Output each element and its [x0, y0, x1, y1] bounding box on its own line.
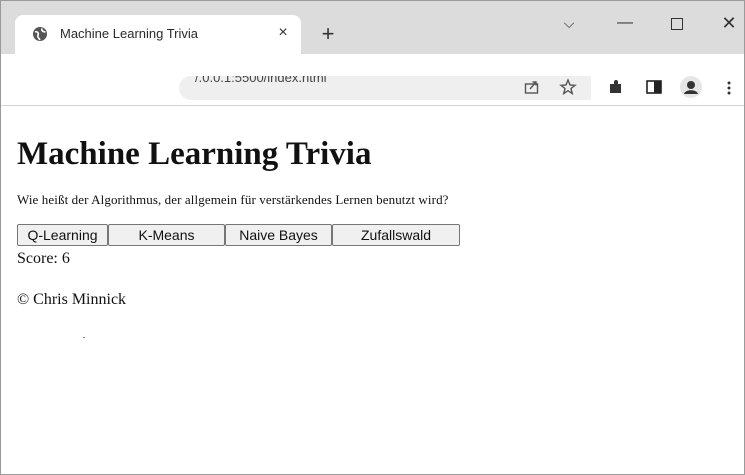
bookmark-star-icon[interactable]	[559, 78, 577, 96]
globe-icon	[33, 27, 47, 41]
answer-button-zufallswald[interactable]: Zufallswald	[332, 224, 460, 246]
maximize-button[interactable]	[662, 11, 692, 35]
question-text: Wie heißt der Algorithmus, der allgemein…	[17, 192, 449, 207]
score-text: Score: 6	[17, 250, 70, 267]
stray-pixel	[83, 337, 85, 338]
tab-strip: Machine Learning Trivia × + ⌵ — ✕	[1, 1, 744, 54]
maximize-icon	[671, 18, 683, 30]
page-title: Machine Learning Trivia	[17, 136, 372, 172]
extensions-puzzle-icon[interactable]	[607, 78, 625, 96]
tab-search-chevron-icon[interactable]: ⌵	[554, 11, 584, 35]
minimize-button[interactable]: —	[610, 11, 640, 35]
browser-toolbar: /.0.0.1:5500/index.html	[1, 54, 744, 106]
browser-window: Machine Learning Trivia × + ⌵ — ✕ /.0.0.…	[0, 0, 745, 475]
new-tab-button[interactable]: +	[317, 23, 339, 45]
tab-close-icon[interactable]: ×	[273, 23, 293, 43]
profile-avatar-icon[interactable]	[679, 76, 703, 98]
tab-active[interactable]: Machine Learning Trivia ×	[15, 15, 301, 54]
close-window-button[interactable]: ✕	[714, 11, 744, 35]
tab-title: Machine Learning Trivia	[60, 26, 199, 41]
answer-button-k-means[interactable]: K-Means	[108, 224, 225, 246]
address-bar-url[interactable]: /.0.0.1:5500/index.html	[195, 76, 327, 85]
answer-button-naive-bayes[interactable]: Naive Bayes	[225, 224, 332, 246]
share-icon[interactable]	[523, 78, 541, 96]
side-panel-icon[interactable]	[645, 78, 663, 96]
copyright-footer: © Chris Minnick	[17, 291, 127, 308]
more-menu-icon[interactable]	[725, 78, 733, 96]
answer-button-q-learning[interactable]: Q-Learning	[17, 224, 108, 246]
